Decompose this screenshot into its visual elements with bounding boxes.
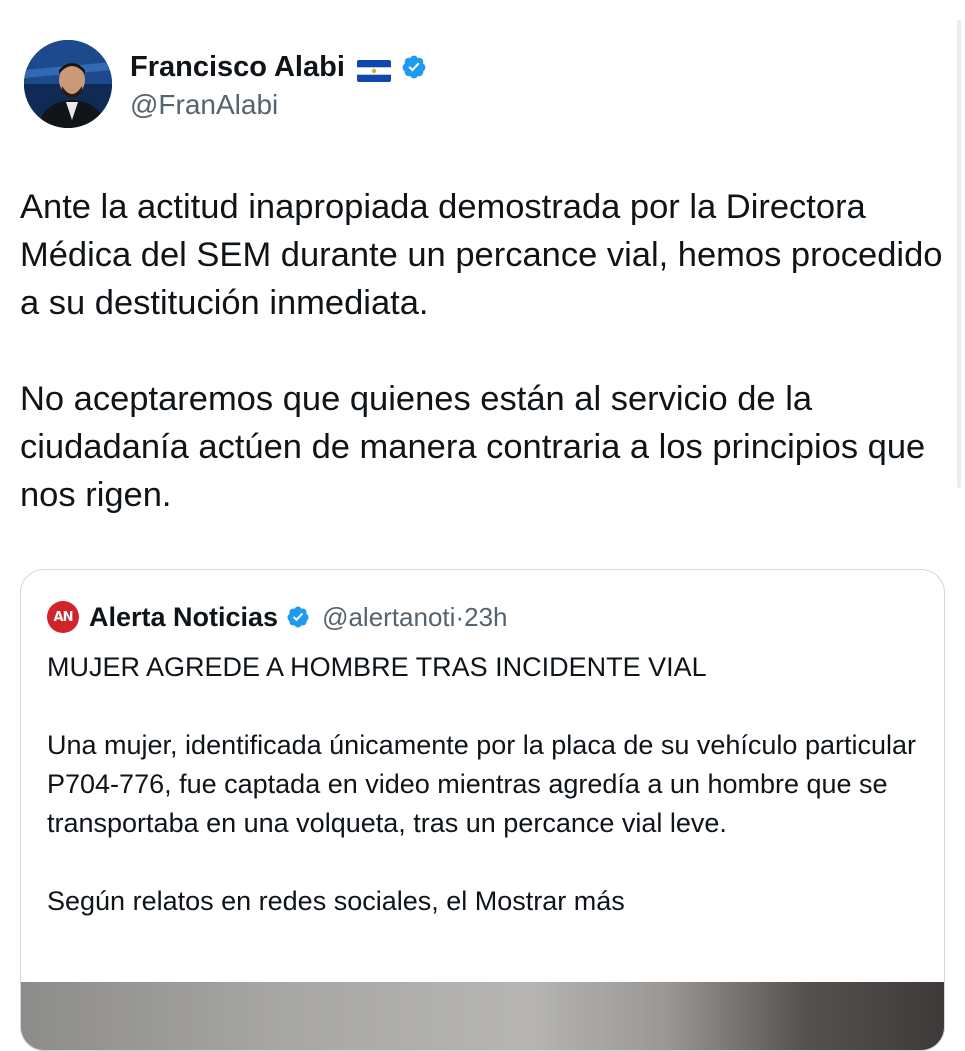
quoted-headline: MUJER AGREDE A HOMBRE TRAS INCIDENTE VIA…	[47, 652, 707, 682]
quoted-tweet-header: AN Alerta Noticias @alertanoti·23h	[47, 600, 508, 634]
separator-dot: ·	[455, 601, 465, 632]
quoted-paragraph: Una mujer, identificada únicamente por l…	[47, 730, 916, 838]
verified-badge-icon	[286, 605, 310, 629]
quoted-avatar[interactable]: AN	[47, 601, 79, 633]
scrollbar[interactable]	[957, 20, 961, 488]
author-name[interactable]: Francisco Alabi	[130, 50, 345, 84]
quoted-truncated-paragraph: Según relatos en redes sociales, el Most…	[47, 882, 927, 921]
quoted-tweet-body: MUJER AGREDE A HOMBRE TRAS INCIDENTE VIA…	[47, 648, 927, 921]
quoted-media-preview[interactable]	[21, 982, 944, 1050]
tweet-paragraph: Ante la actitud inapropiada demostrada p…	[20, 188, 943, 322]
quoted-timestamp[interactable]: 23h	[464, 602, 507, 632]
author-name-row[interactable]: Francisco Alabi	[130, 50, 427, 84]
quoted-author-name[interactable]: Alerta Noticias	[89, 602, 278, 633]
tweet-paragraph: No aceptaremos que quienes están al serv…	[20, 380, 926, 514]
verified-badge-icon	[401, 54, 427, 80]
quoted-truncated-text: Según relatos en redes sociales, el	[47, 886, 468, 916]
el-salvador-flag-icon	[356, 56, 391, 82]
show-more-link[interactable]: Mostrar más	[475, 886, 625, 916]
quoted-handle-text: @alertanoti	[322, 601, 456, 632]
author-handle[interactable]: @FranAlabi	[130, 89, 278, 121]
quoted-tweet-card[interactable]: AN Alerta Noticias @alertanoti·23h MUJER…	[20, 569, 945, 1051]
tweet-text: Ante la actitud inapropiada demostrada p…	[20, 183, 955, 519]
quoted-author-handle[interactable]: @alertanoti·23h	[322, 602, 507, 633]
avatar[interactable]	[24, 40, 112, 128]
tweet-author: Francisco Alabi @FranAlabi	[24, 40, 924, 132]
